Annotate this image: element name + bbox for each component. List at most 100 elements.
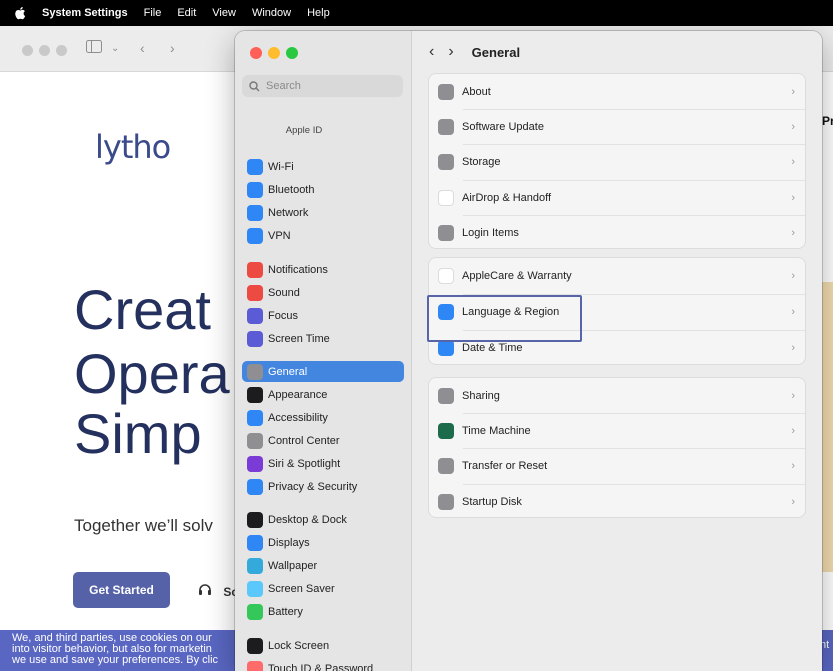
sidebar-toggle-icon[interactable] <box>86 40 102 56</box>
sidebar-item-label: Battery <box>268 605 303 618</box>
battery-icon <box>247 603 263 620</box>
wallpaper-icon <box>247 557 263 574</box>
minimize-button[interactable] <box>268 47 280 59</box>
globe-icon <box>247 204 263 221</box>
settings-row-label: Time Machine <box>462 424 531 437</box>
browser-back-icon[interactable]: ‹ <box>140 40 145 56</box>
sidebar-item-wallpaper[interactable]: Wallpaper <box>242 555 404 576</box>
search-icon <box>249 80 260 92</box>
settings-group-1: About › Software Update › Storage › AirDrop & … <box>428 73 806 249</box>
sidebar-item-lock-screen[interactable]: Lock Screen <box>242 635 404 656</box>
menu-window[interactable]: Window <box>252 7 291 19</box>
chevron-right-icon: › <box>791 459 795 472</box>
chevron-right-icon: › <box>791 495 795 508</box>
apple-id-label[interactable]: Apple ID <box>235 125 373 136</box>
settings-row-label: Software Update <box>462 120 544 133</box>
settings-row-transfer-or-reset[interactable]: Transfer or Reset › <box>429 448 805 483</box>
sidebar-item-label: Screen Saver <box>268 582 335 595</box>
forward-icon[interactable]: › <box>448 43 453 61</box>
lytho-logo[interactable]: lytho <box>95 128 171 166</box>
settings-row-storage[interactable]: Storage › <box>429 144 805 179</box>
apple-menu-icon[interactable] <box>14 6 28 20</box>
sidebar-item-sound[interactable]: Sound <box>242 282 404 303</box>
zoom-button[interactable] <box>286 47 298 59</box>
menu-file[interactable]: File <box>144 7 162 19</box>
sidebar-item-label: Bluetooth <box>268 183 315 196</box>
sidebar-item-focus[interactable]: Focus <box>242 305 404 326</box>
settings-row-time-machine[interactable]: Time Machine › <box>429 413 805 448</box>
sidebar-item-network[interactable]: Network <box>242 202 404 223</box>
applecare-icon <box>438 268 454 284</box>
sidebar-item-label: Touch ID & Password <box>268 662 374 671</box>
sidebar-item-battery[interactable]: Battery <box>242 601 404 622</box>
sidebar-item-control-center[interactable]: Control Center <box>242 430 404 451</box>
menu-bar: System Settings File Edit View Window He… <box>0 0 833 26</box>
calendar-icon <box>438 340 454 356</box>
sidebar-item-touch-id-and-password[interactable]: Touch ID & Password <box>242 658 404 671</box>
headset-icon <box>198 584 215 599</box>
bell-icon <box>247 261 263 278</box>
sidebar-item-general[interactable]: General <box>242 361 404 382</box>
chevron-right-icon: › <box>791 85 795 98</box>
row-separator <box>463 215 805 216</box>
settings-row-startup-disk[interactable]: Startup Disk › <box>429 484 805 519</box>
browser-minimize-button[interactable] <box>39 45 50 56</box>
browser-close-button[interactable] <box>22 45 33 56</box>
back-icon[interactable]: ‹ <box>429 43 434 61</box>
sidebar-item-screen-saver[interactable]: Screen Saver <box>242 578 404 599</box>
row-separator <box>463 413 805 414</box>
sidebar-item-privacy-and-security[interactable]: Privacy & Security <box>242 476 404 497</box>
sidebar-item-label: Wallpaper <box>268 559 318 572</box>
chevron-right-icon: › <box>791 226 795 239</box>
chevron-right-icon: › <box>791 270 795 282</box>
menu-app-name[interactable]: System Settings <box>42 7 128 19</box>
settings-row-airdrop-and-handoff[interactable]: AirDrop & Handoff › <box>429 180 805 215</box>
fingerprint-icon <box>247 660 263 671</box>
login-items-icon <box>438 224 454 241</box>
sidebar-item-label: Siri & Spotlight <box>268 457 341 470</box>
get-started-button[interactable]: Get Started <box>73 572 170 608</box>
sidebar-item-label: General <box>268 365 308 378</box>
settings-row-software-update[interactable]: Software Update › <box>429 109 805 144</box>
pane-header: ‹ › General <box>412 31 822 73</box>
storage-icon <box>438 153 454 170</box>
hero-heading-line-3: Simp <box>74 402 202 465</box>
wifi-icon <box>247 158 263 175</box>
sidebar-item-accessibility[interactable]: Accessibility <box>242 407 404 428</box>
settings-row-sharing[interactable]: Sharing › <box>429 378 805 413</box>
general-pane: ‹ › General About › Software Update › Storag… <box>412 31 822 671</box>
secondary-cta-link[interactable]: Sc <box>198 583 238 599</box>
sidebar-item-wi-fi[interactable]: Wi-Fi <box>242 156 404 177</box>
sidebar-item-displays[interactable]: Displays <box>242 532 404 553</box>
row-separator <box>463 180 805 181</box>
dock-icon <box>247 511 263 528</box>
sidebar-item-screen-time[interactable]: Screen Time <box>242 328 404 349</box>
settings-row-label: Date & Time <box>462 342 523 354</box>
menu-view[interactable]: View <box>212 7 236 19</box>
speaker-icon <box>247 284 263 301</box>
about-icon <box>438 83 454 100</box>
close-button[interactable] <box>250 47 262 59</box>
sidebar-item-notifications[interactable]: Notifications <box>242 259 404 280</box>
bluetooth-icon <box>247 181 263 198</box>
settings-row-label: Transfer or Reset <box>462 459 548 472</box>
sidebar-item-vpn[interactable]: VPN <box>242 225 404 246</box>
row-separator <box>463 448 805 449</box>
chevron-right-icon: › <box>791 424 795 437</box>
settings-row-label: Storage <box>462 155 501 168</box>
browser-forward-icon[interactable]: › <box>170 40 175 56</box>
menu-edit[interactable]: Edit <box>177 7 196 19</box>
sidebar-item-desktop-and-dock[interactable]: Desktop & Dock <box>242 509 404 530</box>
menu-help[interactable]: Help <box>307 7 330 19</box>
chevron-down-icon[interactable]: ⌄ <box>111 43 119 54</box>
search-field[interactable]: Search <box>242 75 403 97</box>
settings-row-login-items[interactable]: Login Items › <box>429 215 805 250</box>
chevron-right-icon: › <box>791 389 795 402</box>
sidebar-item-siri-and-spotlight[interactable]: Siri & Spotlight <box>242 453 404 474</box>
sidebar-item-bluetooth[interactable]: Bluetooth <box>242 179 404 200</box>
settings-row-about[interactable]: About › <box>429 74 805 109</box>
hourglass-icon <box>247 330 263 347</box>
browser-zoom-button[interactable] <box>56 45 67 56</box>
settings-row-applecare-and-warranty[interactable]: AppleCare & Warranty › <box>429 258 805 294</box>
sidebar-item-appearance[interactable]: Appearance <box>242 384 404 405</box>
